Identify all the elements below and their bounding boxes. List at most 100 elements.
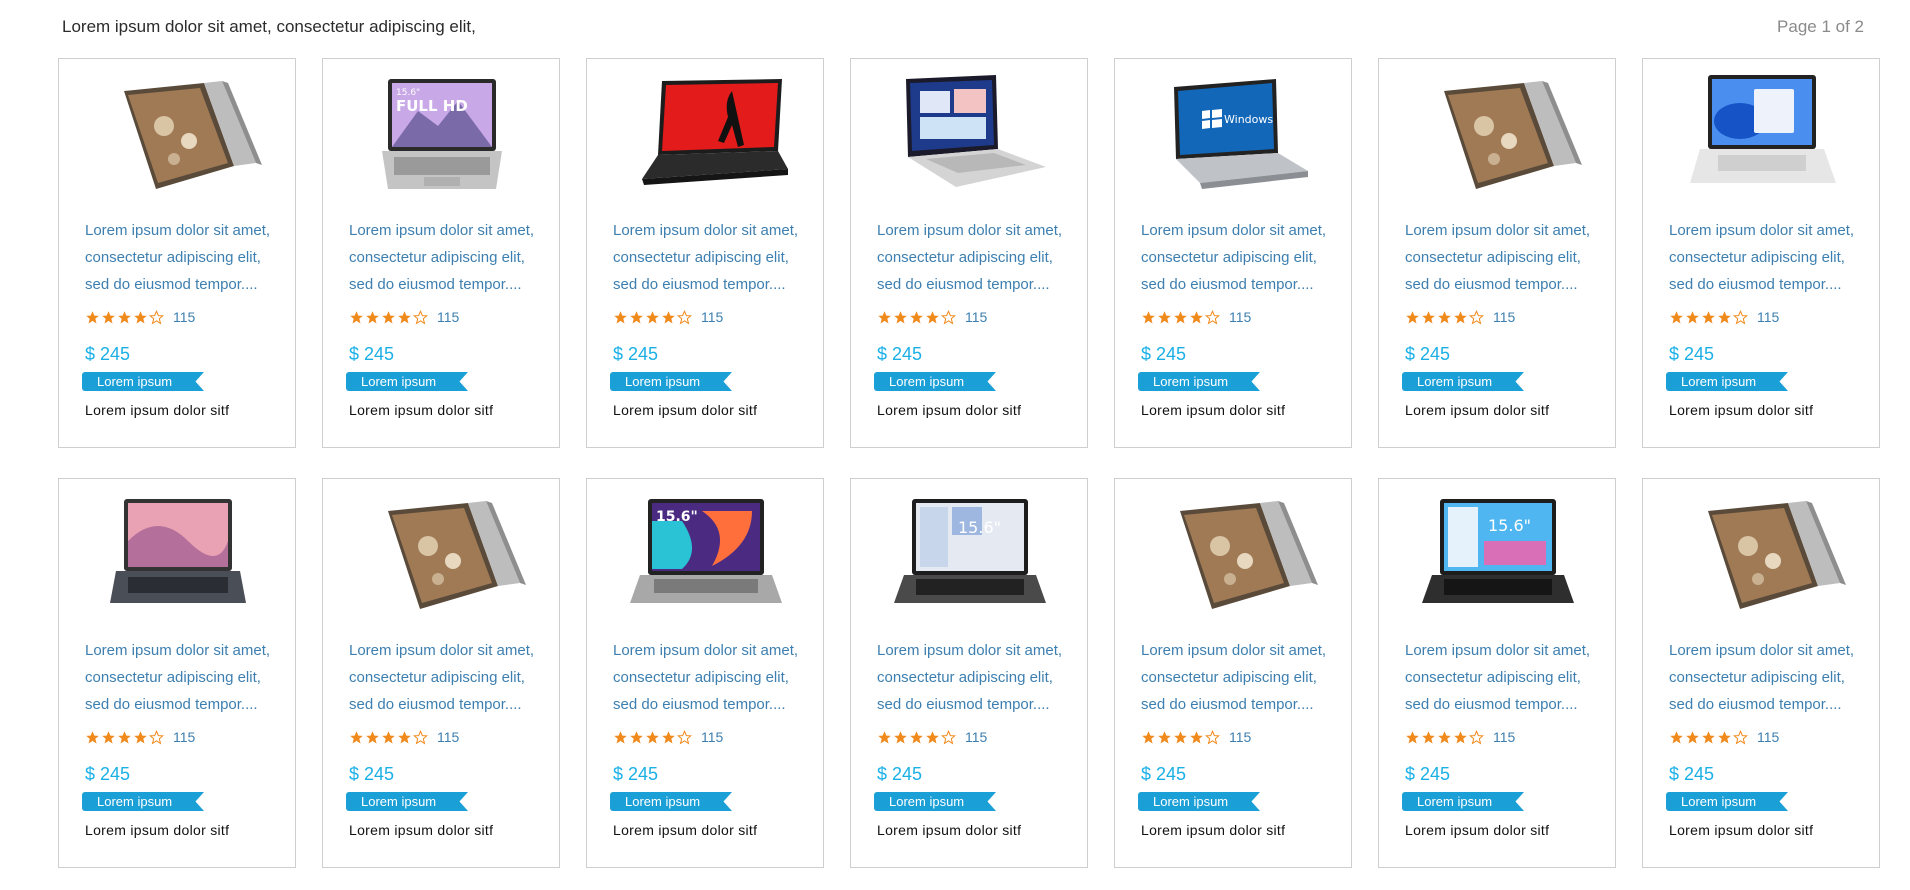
product-description[interactable]: Lorem ipsum dolor sit amet, consectetur … xyxy=(1405,637,1605,718)
product-description[interactable]: Lorem ipsum dolor sit amet, consectetur … xyxy=(1141,637,1341,718)
product-rating: 115 xyxy=(877,309,987,325)
star-filled-icon xyxy=(1405,730,1420,745)
laptop-black-red-screen-icon[interactable] xyxy=(622,71,790,201)
laptop-tent-icon[interactable] xyxy=(1150,491,1318,621)
promo-badge: Lorem ipsum xyxy=(346,792,468,811)
rating-count[interactable]: 115 xyxy=(1493,729,1515,745)
product-description[interactable]: Lorem ipsum dolor sit amet, consectetur … xyxy=(613,217,813,298)
product-card[interactable]: Lorem ipsum dolor sit amet, consectetur … xyxy=(586,58,824,448)
product-footer-text: Lorem ipsum dolor sitf xyxy=(349,822,494,838)
rating-count[interactable]: 115 xyxy=(437,309,459,325)
rating-count[interactable]: 115 xyxy=(437,729,459,745)
product-card[interactable]: Lorem ipsum dolor sit amet, consectetur … xyxy=(322,478,560,868)
svg-text:15.6": 15.6" xyxy=(656,509,698,525)
star-filled-icon xyxy=(397,730,412,745)
star-filled-icon xyxy=(397,310,412,325)
rating-count[interactable]: 115 xyxy=(1493,309,1515,325)
rating-count[interactable]: 115 xyxy=(701,309,723,325)
svg-text:15.6": 15.6" xyxy=(1488,516,1531,535)
product-card[interactable]: Windows 10 Lorem ipsum dolor sit amet, c… xyxy=(1114,58,1352,448)
star-empty-icon xyxy=(413,309,428,325)
star-rating xyxy=(1141,309,1220,325)
star-rating xyxy=(85,309,164,325)
laptop-silver-angled-icon[interactable] xyxy=(886,71,1054,201)
star-rating xyxy=(613,729,692,745)
promo-badge: Lorem ipsum xyxy=(1402,792,1524,811)
product-card[interactable]: Lorem ipsum dolor sit amet, consectetur … xyxy=(1378,58,1616,448)
product-description[interactable]: Lorem ipsum dolor sit amet, consectetur … xyxy=(349,637,549,718)
product-description[interactable]: Lorem ipsum dolor sit amet, consectetur … xyxy=(85,637,285,718)
product-card[interactable]: Lorem ipsum dolor sit amet, consectetur … xyxy=(58,58,296,448)
star-filled-icon xyxy=(1685,730,1700,745)
product-description[interactable]: Lorem ipsum dolor sit amet, consectetur … xyxy=(877,217,1077,298)
promo-badge: Lorem ipsum xyxy=(1666,792,1788,811)
rating-count[interactable]: 115 xyxy=(965,309,987,325)
laptop-tent-icon[interactable] xyxy=(358,491,526,621)
page-indicator: Page 1 of 2 xyxy=(1777,17,1864,36)
laptop-tent-icon[interactable] xyxy=(94,71,262,201)
promo-badge: Lorem ipsum xyxy=(346,372,468,391)
star-rating xyxy=(349,729,428,745)
star-filled-icon xyxy=(117,310,132,325)
product-footer-text: Lorem ipsum dolor sitf xyxy=(1141,402,1286,418)
rating-count[interactable]: 115 xyxy=(173,309,195,325)
laptop-pink-screen-icon[interactable] xyxy=(94,491,262,621)
laptop-silver-fullhd-icon[interactable]: 15.6" FULL HD xyxy=(358,71,526,201)
laptop-windows10-icon[interactable]: Windows 10 xyxy=(1150,71,1318,201)
laptop-15-6-dark-icon[interactable]: 15.6" xyxy=(886,491,1054,621)
product-description[interactable]: Lorem ipsum dolor sit amet, consectetur … xyxy=(1669,217,1869,298)
product-card[interactable]: Lorem ipsum dolor sit amet, consectetur … xyxy=(1114,478,1352,868)
star-filled-icon xyxy=(349,310,364,325)
star-rating xyxy=(877,309,956,325)
product-card[interactable]: 15.6" Lorem ipsum dolor sit amet, consec… xyxy=(586,478,824,868)
product-description[interactable]: Lorem ipsum dolor sit amet, consectetur … xyxy=(85,217,285,298)
product-description[interactable]: Lorem ipsum dolor sit amet, consectetur … xyxy=(1405,217,1605,298)
star-rating xyxy=(85,729,164,745)
star-empty-icon xyxy=(941,309,956,325)
star-filled-icon xyxy=(1453,730,1468,745)
star-filled-icon xyxy=(1717,310,1732,325)
star-filled-icon xyxy=(365,730,380,745)
star-filled-icon xyxy=(1157,730,1172,745)
product-description[interactable]: Lorem ipsum dolor sit amet, consectetur … xyxy=(613,637,813,718)
star-rating xyxy=(1141,729,1220,745)
rating-count[interactable]: 115 xyxy=(1757,729,1779,745)
product-description[interactable]: Lorem ipsum dolor sit amet, consectetur … xyxy=(1669,637,1869,718)
product-card[interactable]: 15.6" Lorem ipsum dolor sit amet, consec… xyxy=(1378,478,1616,868)
promo-badge: Lorem ipsum xyxy=(1138,372,1260,391)
rating-count[interactable]: 115 xyxy=(1757,309,1779,325)
laptop-tent-icon[interactable] xyxy=(1414,71,1582,201)
promo-badge: Lorem ipsum xyxy=(82,372,204,391)
product-price: $ 245 xyxy=(1141,764,1187,784)
product-card[interactable]: Lorem ipsum dolor sit amet, consectetur … xyxy=(850,58,1088,448)
product-rating: 115 xyxy=(613,729,723,745)
product-description[interactable]: Lorem ipsum dolor sit amet, consectetur … xyxy=(1141,217,1341,298)
star-filled-icon xyxy=(1189,730,1204,745)
star-empty-icon xyxy=(149,729,164,745)
product-card[interactable]: Lorem ipsum dolor sit amet, consectetur … xyxy=(58,478,296,868)
rating-count[interactable]: 115 xyxy=(1229,309,1251,325)
rating-count[interactable]: 115 xyxy=(1229,729,1251,745)
star-filled-icon xyxy=(1717,730,1732,745)
star-rating xyxy=(1405,309,1484,325)
star-filled-icon xyxy=(1421,730,1436,745)
laptop-silver-windows11-icon[interactable] xyxy=(1678,71,1846,201)
product-price: $ 245 xyxy=(877,344,923,364)
laptop-15-6-blue-icon[interactable]: 15.6" xyxy=(1414,491,1582,621)
product-card[interactable]: Lorem ipsum dolor sit amet, consectetur … xyxy=(1642,58,1880,448)
rating-count[interactable]: 115 xyxy=(701,729,723,745)
product-rating: 115 xyxy=(613,309,723,325)
product-card[interactable]: 15.6" Lorem ipsum dolor sit amet, consec… xyxy=(850,478,1088,868)
laptop-tent-icon[interactable] xyxy=(1678,491,1846,621)
product-description[interactable]: Lorem ipsum dolor sit amet, consectetur … xyxy=(349,217,549,298)
rating-count[interactable]: 115 xyxy=(173,729,195,745)
product-card[interactable]: Lorem ipsum dolor sit amet, consectetur … xyxy=(1642,478,1880,868)
star-filled-icon xyxy=(1701,730,1716,745)
promo-badge: Lorem ipsum xyxy=(874,792,996,811)
product-footer-text: Lorem ipsum dolor sitf xyxy=(85,822,230,838)
product-description[interactable]: Lorem ipsum dolor sit amet, consectetur … xyxy=(877,637,1077,718)
star-filled-icon xyxy=(613,310,628,325)
product-card[interactable]: 15.6" FULL HD Lorem ipsum dolor sit amet… xyxy=(322,58,560,448)
rating-count[interactable]: 115 xyxy=(965,729,987,745)
laptop-15-6-colorful-icon[interactable]: 15.6" xyxy=(622,491,790,621)
